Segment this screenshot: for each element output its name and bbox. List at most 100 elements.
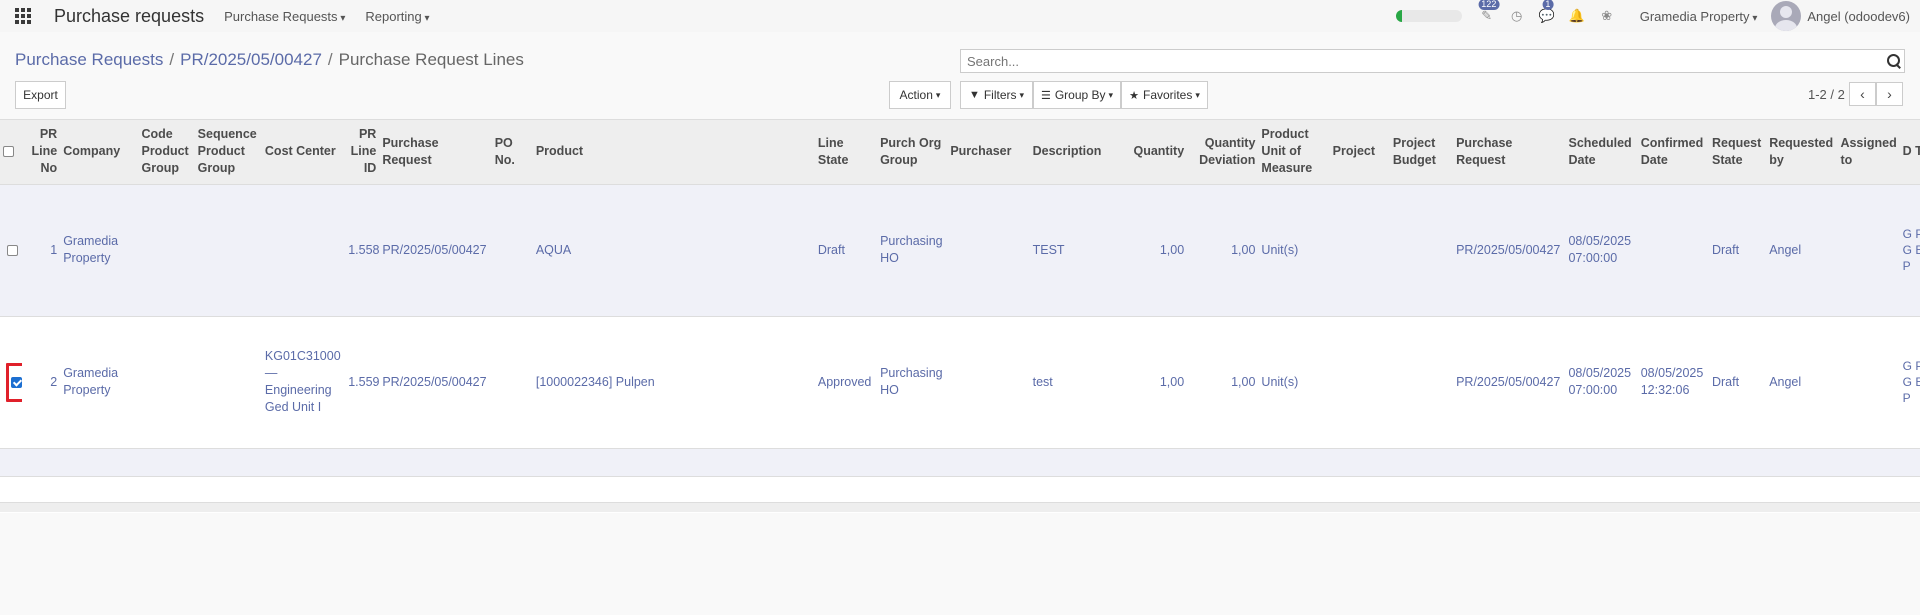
bug-icon[interactable]: ❀ <box>1596 6 1618 26</box>
cell-quantity: 1,00 <box>1159 374 1185 389</box>
breadcrumb-separator: / <box>169 50 175 69</box>
menu-purchase-requests[interactable]: Purchase Requests <box>224 9 345 24</box>
col-project[interactable]: Project <box>1329 120 1390 185</box>
cell-description: TEST <box>1032 242 1065 257</box>
apps-grid-icon[interactable] <box>12 5 34 27</box>
cell-code-product-group <box>138 184 194 316</box>
favorites-label: Favorites <box>1142 88 1193 102</box>
search-input[interactable] <box>961 50 1884 72</box>
cell-purchase-request-2: PR/2025/05/00427 <box>1456 374 1561 389</box>
cell-project-budget <box>1390 316 1453 448</box>
pager-value[interactable]: 1-2 / 2 <box>1808 87 1845 102</box>
messages-badge: 1 <box>1542 0 1554 10</box>
cell-quantity: 1,00 <box>1159 242 1185 257</box>
col-company[interactable]: Company <box>60 120 139 185</box>
col-purch-org-group[interactable]: Purch Org Group <box>877 120 948 185</box>
col-request-state[interactable]: Request State <box>1708 120 1767 185</box>
cell-cost-center <box>262 184 345 316</box>
cell-product-uom: Unit(s) <box>1261 374 1299 389</box>
cell-confirmed-date <box>1638 184 1709 316</box>
cell-product-uom: Unit(s) <box>1261 242 1299 257</box>
cell-scheduled-date: 08/05/2025 07:00:00 <box>1568 234 1632 265</box>
col-pr-line-no[interactable]: PR Line No <box>22 120 61 185</box>
chat-icon[interactable]: 💬 1 <box>1536 0 1558 26</box>
user-menu[interactable]: Angel (odoodev6) <box>1807 9 1910 24</box>
cell-description: test <box>1032 374 1053 389</box>
cell-company: Gramedia Property <box>63 366 119 397</box>
cell-purchase-request-2: PR/2025/05/00427 <box>1456 242 1561 257</box>
col-confirmed-date[interactable]: Confirmed Date <box>1637 120 1709 185</box>
edit-activity-icon[interactable]: ✎ 122 <box>1476 0 1500 26</box>
breadcrumb-pr-record[interactable]: PR/2025/05/00427 <box>180 50 322 70</box>
cell-line-state: Draft <box>817 242 845 257</box>
menu-reporting[interactable]: Reporting <box>365 9 429 24</box>
progress-bar <box>1395 10 1462 22</box>
table-header-row: PR Line No Company Code Product Group Se… <box>0 120 1920 185</box>
cell-scheduled-date: 08/05/2025 07:00:00 <box>1568 366 1632 397</box>
row-checkbox[interactable] <box>11 376 22 388</box>
breadcrumb-purchase-requests[interactable]: Purchase Requests <box>15 50 163 70</box>
col-purchase-request-2[interactable]: Purchase Request <box>1453 120 1566 185</box>
search-icon[interactable] <box>1884 51 1904 71</box>
empty-row <box>0 476 1920 504</box>
col-quantity-deviation[interactable]: Quantity Deviation <box>1187 120 1259 185</box>
bell-icon[interactable]: 🔔 <box>1566 6 1588 26</box>
export-button[interactable]: Export <box>15 81 66 109</box>
cell-quantity-deviation: 1,00 <box>1231 374 1256 389</box>
col-assigned-to[interactable]: Assigned to <box>1837 120 1900 185</box>
cell-requested-by: Angel <box>1769 374 1802 389</box>
col-code-product-group[interactable]: Code Product Group <box>138 120 195 185</box>
cell-requested-by: Angel <box>1769 242 1802 257</box>
company-switcher[interactable]: Gramedia Property <box>1640 9 1758 24</box>
pager-previous-icon[interactable]: ‹ <box>1849 82 1876 106</box>
action-button[interactable]: Action <box>889 81 951 109</box>
favorites-button[interactable]: ★ Favorites <box>1121 81 1208 109</box>
cell-confirmed-date: 08/05/2025 12:32:06 <box>1640 366 1704 397</box>
clock-icon[interactable]: ◷ <box>1506 6 1528 26</box>
cell-purchase-request: PR/2025/05/00427 <box>382 374 487 389</box>
col-product-uom[interactable]: Product Unit of Measure <box>1258 120 1330 185</box>
col-scheduled-date[interactable]: Scheduled Date <box>1565 120 1638 185</box>
filters-button[interactable]: ▼ Filters <box>960 81 1033 109</box>
selection-highlight <box>6 362 23 402</box>
group-by-label: Group By <box>1054 88 1106 102</box>
col-description[interactable]: Description <box>1029 120 1120 185</box>
cell-assigned-to <box>1837 184 1899 316</box>
cell-purch-org-group: Purchasing HO <box>880 366 943 397</box>
star-icon: ★ <box>1129 89 1139 102</box>
col-cost-center[interactable]: Cost Center <box>261 120 346 185</box>
pager-next-icon[interactable]: › <box>1876 82 1903 106</box>
group-by-button[interactable]: ☰ Group By <box>1033 81 1121 109</box>
row-checkbox[interactable] <box>7 244 19 256</box>
table-row[interactable]: 2 Gramedia Property KG01C31000 — Enginee… <box>0 316 1920 448</box>
col-po-no[interactable]: PO No. <box>491 120 533 185</box>
cell-po-no <box>492 316 533 448</box>
cell-po-no <box>492 184 533 316</box>
col-sequence-product-group[interactable]: Sequence Product Group <box>194 120 262 185</box>
col-requested-by[interactable]: Requested by <box>1766 120 1838 185</box>
cell-sequence-product-group <box>195 316 262 448</box>
cell-purchaser <box>947 316 1029 448</box>
col-quantity[interactable]: Quantity <box>1119 120 1188 185</box>
breadcrumb: Purchase Requests / PR/2025/05/00427 / P… <box>15 50 524 70</box>
cell-purch-org-group: Purchasing HO <box>880 234 943 265</box>
cell-truncated: G P ( G E R P <box>1902 359 1920 405</box>
col-line-state[interactable]: Line State <box>814 120 878 185</box>
table-footer <box>0 502 1920 512</box>
col-purchase-request[interactable]: Purchase Request <box>379 120 492 185</box>
col-purchaser[interactable]: Purchaser <box>947 120 1030 185</box>
cell-pr-line-no: 2 <box>50 374 58 389</box>
col-product[interactable]: Product <box>532 120 815 185</box>
cell-truncated: G P ( G E R P <box>1902 227 1920 273</box>
avatar[interactable] <box>1771 1 1802 31</box>
select-all-checkbox[interactable] <box>3 146 14 158</box>
table-row[interactable]: 1 Gramedia Property 1.558 PR/2025/05/004… <box>0 184 1920 316</box>
col-truncated[interactable]: D T <box>1899 120 1920 185</box>
cell-project <box>1330 184 1390 316</box>
col-project-budget[interactable]: Project Budget <box>1389 120 1454 185</box>
filters-label: Filters <box>983 88 1017 102</box>
cell-pr-line-id: 1.558 <box>348 242 380 257</box>
col-pr-line-id[interactable]: PR Line ID <box>345 120 380 185</box>
filter-icon: ▼ <box>968 89 980 101</box>
cell-purchaser <box>947 184 1029 316</box>
